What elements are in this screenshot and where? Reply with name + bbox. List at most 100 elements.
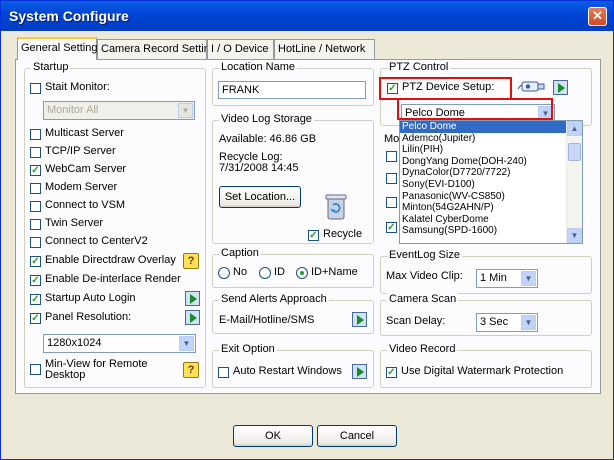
- recycle-checkbox[interactable]: ✓: [308, 230, 319, 241]
- scan-delay-select[interactable]: 3 Sec ▼: [476, 313, 538, 332]
- minview-help-icon[interactable]: ?: [183, 362, 199, 378]
- dropdown-option[interactable]: Panasonic(WV-CS850): [400, 191, 582, 203]
- watermark-label: Use Digital Watermark Protection: [401, 365, 564, 377]
- watermark-checkbox[interactable]: ✓: [386, 367, 397, 378]
- alerts-play-icon[interactable]: [352, 312, 367, 327]
- auto-restart-label: Auto Restart Windows: [233, 365, 342, 377]
- tab-general-setting[interactable]: General Setting: [17, 37, 97, 60]
- panel-resolution-play-icon[interactable]: [185, 310, 200, 325]
- scroll-thumb[interactable]: [568, 143, 581, 161]
- directdraw-label: Enable Directdraw Overlay: [45, 254, 176, 266]
- resolution-select-value: 1280x1024: [47, 337, 102, 349]
- connect-vsm-checkbox[interactable]: [30, 201, 41, 212]
- ptz-highlight-box: [379, 77, 512, 100]
- panel-resolution-label: Panel Resolution:: [45, 311, 132, 323]
- chevron-down-icon: ▼: [521, 271, 536, 286]
- videorecord-group: Video Record ✓ Use Digital Watermark Pro…: [380, 343, 592, 388]
- twin-label: Twin Server: [45, 217, 104, 229]
- autologin-label: Startup Auto Login: [45, 292, 136, 304]
- ok-button[interactable]: OK: [233, 425, 313, 447]
- alerts-group: Send Alerts Approach E-Mail/Hotline/SMS: [212, 293, 374, 334]
- motion-checkbox-4[interactable]: ✓: [386, 222, 397, 233]
- close-icon[interactable]: ✕: [588, 7, 607, 26]
- recycle-bin-icon: [325, 193, 347, 221]
- dropdown-option[interactable]: Minton(54G2AHN/P): [400, 202, 582, 214]
- connect-center-checkbox[interactable]: [30, 237, 41, 248]
- system-configure-window: System Configure ✕ General Setting Camer…: [0, 0, 614, 460]
- dropdown-scrollbar[interactable]: ▲ ▼: [566, 121, 582, 243]
- ptz-select-highlight-box: [397, 98, 553, 120]
- eventlog-label: Max Video Clip:: [386, 270, 463, 282]
- storage-legend: Video Log Storage: [219, 113, 314, 125]
- max-video-clip-select[interactable]: 1 Min ▼: [476, 269, 538, 288]
- scan-delay-value: 3 Sec: [480, 316, 509, 328]
- directdraw-checkbox[interactable]: ✓: [30, 256, 41, 267]
- title-bar[interactable]: System Configure ✕: [1, 1, 613, 31]
- startup-legend: Startup: [31, 61, 71, 73]
- exit-play-icon[interactable]: [352, 364, 367, 379]
- motion-checkbox-2[interactable]: [386, 173, 397, 184]
- motion-checkbox-1[interactable]: [386, 151, 397, 162]
- dropdown-option[interactable]: Ademco(Jupiter): [400, 133, 582, 145]
- exit-legend: Exit Option: [219, 343, 277, 355]
- caption-id-label: ID: [274, 266, 285, 278]
- motion-group-partial-legend: Mo: [384, 133, 400, 145]
- caption-no-radio[interactable]: [218, 267, 230, 279]
- camscan-group: Camera Scan Scan Delay: 3 Sec ▼: [380, 293, 592, 336]
- ptz-play-icon[interactable]: [553, 80, 568, 95]
- exit-group: Exit Option Auto Restart Windows: [212, 343, 374, 388]
- caption-idname-radio[interactable]: [296, 267, 308, 279]
- set-location-button[interactable]: Set Location...: [219, 186, 301, 208]
- start-monitor-checkbox[interactable]: [30, 83, 41, 94]
- resolution-select[interactable]: 1280x1024 ▼: [43, 334, 196, 353]
- deinterlace-checkbox[interactable]: ✓: [30, 275, 41, 286]
- ptz-device-dropdown-list: Pelco Dome Ademco(Jupiter) Lilin(PIH) Do…: [399, 120, 583, 244]
- motion-checkbox-3[interactable]: [386, 197, 397, 208]
- dropdown-option[interactable]: DynaColor(D7720/7722): [400, 167, 582, 179]
- monitor-select[interactable]: Monitor All ▼: [43, 101, 195, 120]
- tab-hotline-network[interactable]: HotLine / Network: [274, 39, 375, 59]
- webcam-checkbox[interactable]: ✓: [30, 165, 41, 176]
- max-video-clip-value: 1 Min: [480, 272, 507, 284]
- chevron-down-icon[interactable]: ▼: [567, 228, 582, 243]
- dropdown-option[interactable]: Lilin(PIH): [400, 144, 582, 156]
- location-legend: Location Name: [219, 61, 297, 73]
- location-name-input[interactable]: FRANK: [218, 81, 366, 99]
- recycle-label: Recycle: [323, 228, 363, 240]
- tcpip-checkbox[interactable]: [30, 147, 41, 158]
- ptz-camera-icon[interactable]: [517, 79, 547, 95]
- scan-delay-label: Scan Delay:: [386, 315, 446, 327]
- modem-label: Modem Server: [45, 181, 118, 193]
- alerts-legend: Send Alerts Approach: [219, 293, 329, 305]
- dropdown-option[interactable]: DongYang Dome(DOH-240): [400, 156, 582, 168]
- panel-resolution-checkbox[interactable]: ✓: [30, 313, 41, 324]
- connect-center-label: Connect to CenterV2: [45, 235, 148, 247]
- directdraw-help-icon[interactable]: ?: [183, 253, 199, 269]
- tab-camera-record-setting[interactable]: Camera Record Setting: [97, 39, 216, 59]
- dropdown-option[interactable]: Kalatel CyberDome: [400, 214, 582, 226]
- caption-id-radio[interactable]: [259, 267, 271, 279]
- connect-vsm-label: Connect to VSM: [45, 199, 126, 211]
- twin-checkbox[interactable]: [30, 219, 41, 230]
- start-monitor-label: Stait Monitor:: [45, 81, 110, 93]
- minview-checkbox[interactable]: [30, 364, 41, 375]
- dropdown-option[interactable]: Pelco Dome: [400, 121, 582, 133]
- autologin-play-icon[interactable]: [185, 291, 200, 306]
- location-group: Location Name FRANK: [212, 61, 374, 106]
- caption-group: Caption No ID ID+Name: [212, 247, 374, 288]
- chevron-up-icon[interactable]: ▲: [567, 121, 582, 136]
- tab-io-device[interactable]: I / O Device: [207, 39, 274, 59]
- multicast-checkbox[interactable]: [30, 129, 41, 140]
- dropdown-option[interactable]: Sony(EVI-D100): [400, 179, 582, 191]
- camscan-legend: Camera Scan: [387, 293, 459, 305]
- multicast-label: Multicast Server: [45, 127, 124, 139]
- auto-restart-checkbox[interactable]: [218, 367, 229, 378]
- caption-no-label: No: [233, 266, 248, 278]
- chevron-down-icon: ▼: [178, 103, 193, 118]
- modem-checkbox[interactable]: [30, 183, 41, 194]
- available-space: Available: 46.86 GB: [219, 133, 317, 145]
- cancel-button[interactable]: Cancel: [317, 425, 397, 447]
- dropdown-option[interactable]: Samsung(SPD-1600): [400, 225, 582, 237]
- autologin-checkbox[interactable]: ✓: [30, 294, 41, 305]
- eventlog-legend: EventLog Size: [387, 249, 462, 261]
